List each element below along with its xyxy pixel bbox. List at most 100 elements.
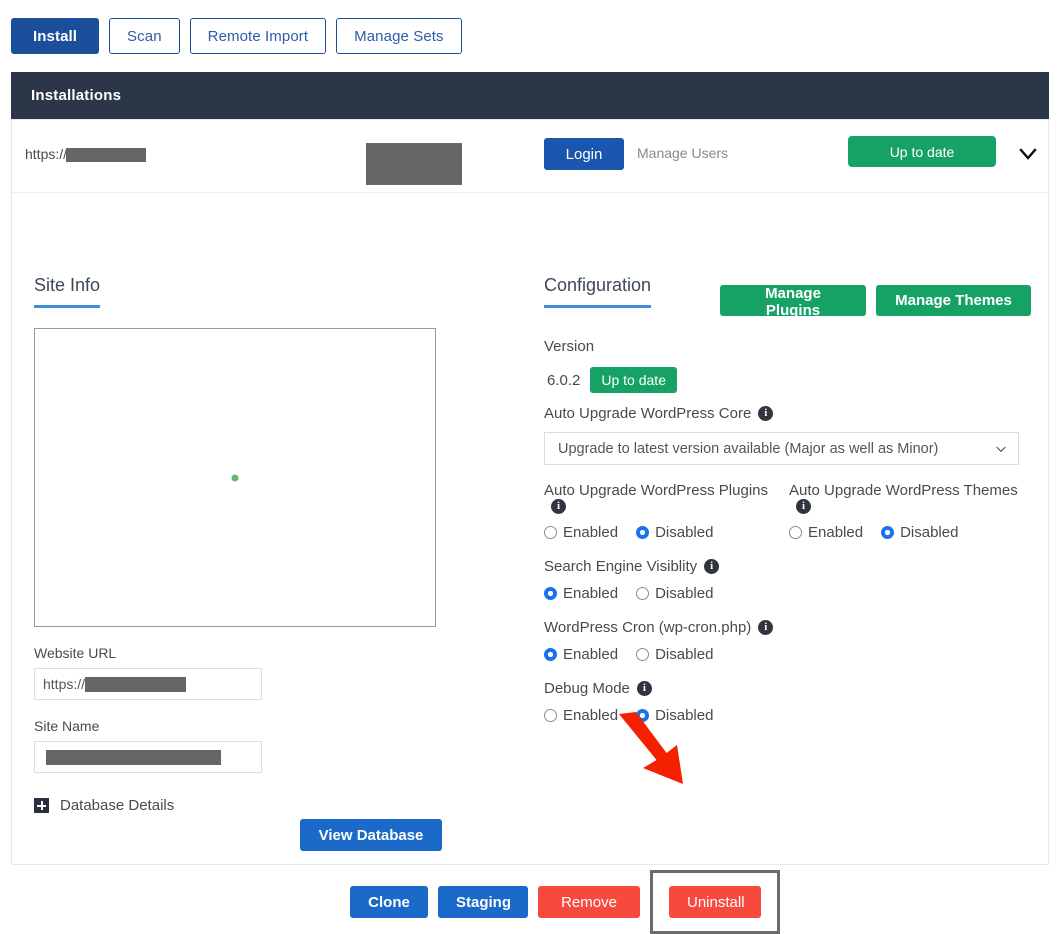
site-name-input[interactable] xyxy=(34,741,262,773)
installation-card: https:// Login Manage Users Up to date S… xyxy=(11,119,1049,934)
search-engine-visibility-radios: Enabled Disabled xyxy=(544,585,1034,602)
radio-label: Enabled xyxy=(563,707,619,724)
radio-label: Enabled xyxy=(563,646,619,663)
plus-square-icon xyxy=(34,798,49,813)
radio-label: Disabled xyxy=(655,707,714,724)
radio-cron-disabled[interactable]: Disabled xyxy=(636,646,713,663)
radio-dot-icon xyxy=(544,648,557,661)
section-title: Installations xyxy=(31,87,122,104)
radio-label: Enabled xyxy=(563,585,619,602)
site-preview-frame xyxy=(34,328,436,627)
configuration-title: Configuration xyxy=(544,275,652,308)
auto-upgrade-plugins-text: Auto Upgrade WordPress Plugins xyxy=(544,482,769,499)
radio-debug-disabled[interactable]: Disabled xyxy=(636,707,713,724)
radio-label: Enabled xyxy=(563,524,619,541)
chevron-down-icon[interactable] xyxy=(1016,142,1040,166)
staging-button[interactable]: Staging xyxy=(438,886,528,918)
manage-users-link[interactable]: Manage Users xyxy=(637,145,728,161)
wordpress-cron-text: WordPress Cron (wp-cron.php) xyxy=(544,619,752,636)
search-engine-visibility-group: Search Engine Visiblity i Enabled Disabl… xyxy=(544,558,1034,602)
site-info-panel: Site Info Website URL https:// Site Name… xyxy=(34,275,494,814)
radio-label: Disabled xyxy=(655,585,714,602)
radio-dot-icon xyxy=(881,526,895,539)
site-info-title: Site Info xyxy=(34,275,101,308)
radio-seo-disabled[interactable]: Disabled xyxy=(636,585,713,602)
debug-mode-radios: Enabled Disabled xyxy=(544,707,1034,724)
installation-action-bar: Clone Staging Remove Uninstall xyxy=(350,870,780,934)
website-url-input[interactable]: https:// xyxy=(34,668,262,700)
auto-upgrade-core-text: Auto Upgrade WordPress Core xyxy=(544,405,752,422)
radio-seo-enabled[interactable]: Enabled xyxy=(544,585,618,602)
search-engine-visibility-text: Search Engine Visiblity xyxy=(544,558,698,575)
info-icon[interactable]: i xyxy=(796,499,811,514)
uninstall-highlight-box: Uninstall xyxy=(650,870,780,934)
auto-upgrade-plugins-group: Auto Upgrade WordPress Plugins i Enabled… xyxy=(544,482,789,541)
debug-mode-text: Debug Mode xyxy=(544,680,630,697)
tab-remote-import[interactable]: Remote Import xyxy=(189,18,327,54)
info-icon[interactable]: i xyxy=(636,681,652,696)
wordpress-cron-radios: Enabled Disabled xyxy=(544,646,1034,663)
info-icon[interactable]: i xyxy=(704,559,720,574)
auto-upgrade-plugins-radios: Enabled Disabled xyxy=(544,524,789,541)
search-engine-visibility-label: Search Engine Visiblity i xyxy=(544,558,1034,575)
radio-dot-icon xyxy=(636,587,650,600)
tab-scan[interactable]: Scan xyxy=(109,18,180,54)
radio-themes-disabled[interactable]: Disabled xyxy=(881,524,958,541)
auto-upgrade-plugins-themes-row: Auto Upgrade WordPress Plugins i Enabled… xyxy=(544,482,1034,541)
radio-label: Disabled xyxy=(655,646,714,663)
site-name-value-redaction xyxy=(46,749,221,765)
website-url-value: https:// xyxy=(43,676,86,692)
configuration-header: Configuration Manage Plugins Manage Them… xyxy=(544,275,1034,319)
login-button[interactable]: Login xyxy=(544,138,624,170)
info-icon[interactable]: i xyxy=(758,406,774,421)
site-url-text: https:// xyxy=(25,146,147,163)
site-name-label: Site Name xyxy=(34,718,100,734)
debug-mode-label: Debug Mode i xyxy=(544,680,1034,697)
debug-mode-group: Debug Mode i Enabled Disabled xyxy=(544,680,1034,724)
auto-upgrade-themes-radios: Enabled Disabled xyxy=(789,524,1034,541)
chevron-down-icon xyxy=(996,446,1006,452)
radio-dot-icon xyxy=(636,526,650,539)
radio-plugins-disabled[interactable]: Disabled xyxy=(636,524,713,541)
radio-label: Disabled xyxy=(655,524,714,541)
radio-cron-enabled[interactable]: Enabled xyxy=(544,646,618,663)
auto-upgrade-themes-text: Auto Upgrade WordPress Themes xyxy=(789,482,1018,499)
auto-upgrade-core-select[interactable]: Upgrade to latest version available (Maj… xyxy=(544,432,1019,465)
wordpress-cron-label: WordPress Cron (wp-cron.php) i xyxy=(544,619,1034,636)
manage-themes-button[interactable]: Manage Themes xyxy=(876,285,1031,316)
radio-dot-icon xyxy=(544,587,557,600)
radio-dot-icon xyxy=(636,648,650,661)
version-label: Version xyxy=(544,338,595,355)
radio-dot-icon xyxy=(544,526,557,539)
uninstall-button[interactable]: Uninstall xyxy=(669,886,761,918)
auto-upgrade-themes-label: Auto Upgrade WordPress Themes i xyxy=(789,482,1034,514)
version-row: 6.0.2 Up to date xyxy=(547,367,1034,393)
manage-plugins-button[interactable]: Manage Plugins xyxy=(720,285,866,319)
configuration-panel: Configuration Manage Plugins Manage Them… xyxy=(544,275,1034,724)
site-url-prefix: https:// xyxy=(25,146,68,162)
radio-debug-enabled[interactable]: Enabled xyxy=(544,707,618,724)
wordpress-cron-group: WordPress Cron (wp-cron.php) i Enabled D… xyxy=(544,619,1034,663)
radio-themes-enabled[interactable]: Enabled xyxy=(789,524,863,541)
radio-dot-icon xyxy=(544,709,557,722)
info-icon[interactable]: i xyxy=(758,620,774,635)
tab-install[interactable]: Install xyxy=(11,18,100,54)
auto-upgrade-plugins-label: Auto Upgrade WordPress Plugins i xyxy=(544,482,789,514)
site-logo-redaction xyxy=(366,143,462,185)
radio-label: Disabled xyxy=(900,524,959,541)
clone-button[interactable]: Clone xyxy=(350,886,428,918)
installation-summary-row: https:// Login Manage Users Up to date xyxy=(12,120,1048,193)
tab-manage-sets[interactable]: Manage Sets xyxy=(336,18,462,54)
top-tab-bar: Install Scan Remote Import Manage Sets xyxy=(0,0,1060,72)
remove-button[interactable]: Remove xyxy=(538,886,640,918)
website-url-label: Website URL xyxy=(34,645,117,661)
auto-upgrade-themes-group: Auto Upgrade WordPress Themes i Enabled … xyxy=(789,482,1034,541)
version-status-badge[interactable]: Up to date xyxy=(590,367,677,393)
up-to-date-status-button[interactable]: Up to date xyxy=(848,136,996,167)
view-database-button[interactable]: View Database xyxy=(300,819,442,851)
database-details-toggle[interactable]: Database Details xyxy=(34,797,189,814)
radio-dot-icon xyxy=(636,709,650,722)
radio-plugins-enabled[interactable]: Enabled xyxy=(544,524,618,541)
loading-indicator-dot xyxy=(231,474,239,481)
info-icon[interactable]: i xyxy=(551,499,566,514)
